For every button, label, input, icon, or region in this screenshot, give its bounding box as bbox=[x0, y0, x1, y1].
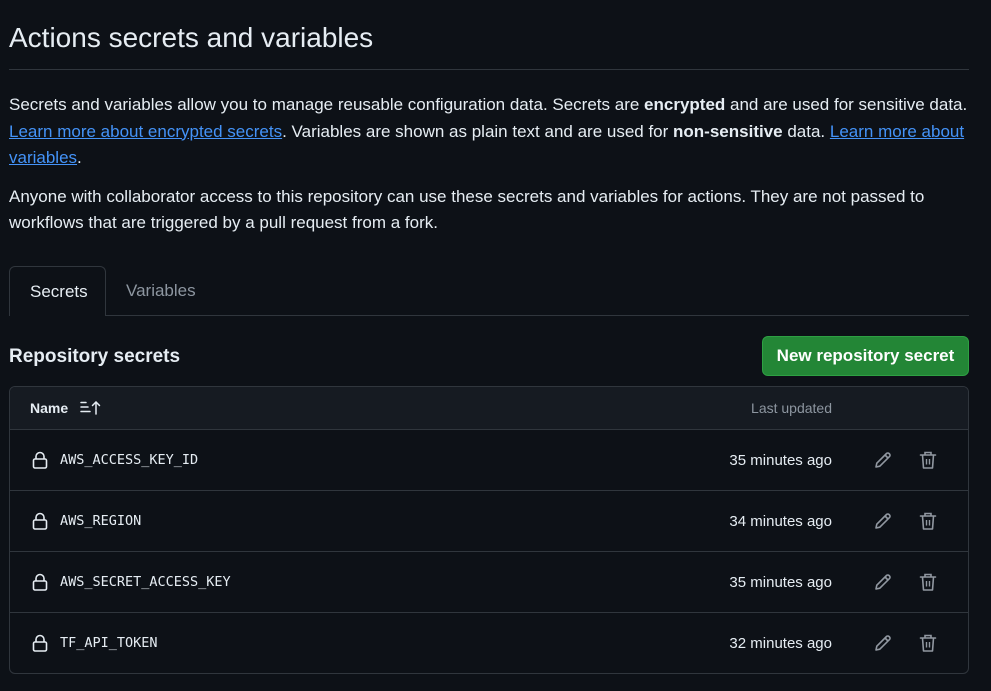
intro-paragraph-1: Secrets and variables allow you to manag… bbox=[9, 92, 969, 172]
page-title: Actions secrets and variables bbox=[9, 0, 969, 70]
column-header-last-updated: Last updated bbox=[751, 400, 832, 416]
pencil-icon[interactable] bbox=[872, 632, 894, 654]
intro-text: Secrets and variables allow you to manag… bbox=[9, 95, 645, 114]
lock-icon bbox=[32, 512, 48, 530]
section-title: Repository secrets bbox=[9, 346, 181, 367]
pencil-icon[interactable] bbox=[872, 571, 894, 593]
lock-icon bbox=[32, 634, 48, 652]
pencil-icon[interactable] bbox=[872, 449, 894, 471]
intro-emphasis-non-sensitive: non-sensitive bbox=[673, 121, 783, 141]
table-row: AWS_SECRET_ACCESS_KEY 35 minutes ago bbox=[10, 552, 968, 613]
intro-text: . Variables are shown as plain text and … bbox=[282, 121, 674, 141]
secret-last-updated: 35 minutes ago bbox=[729, 452, 832, 469]
secret-last-updated: 35 minutes ago bbox=[729, 574, 832, 591]
trash-icon[interactable] bbox=[917, 449, 939, 471]
learn-more-secrets-link[interactable]: Learn more about encrypted secrets bbox=[9, 122, 282, 141]
secret-last-updated: 34 minutes ago bbox=[729, 513, 832, 530]
table-header: Name Last updated bbox=[10, 387, 968, 430]
intro-text: data. bbox=[782, 121, 830, 141]
intro-paragraph-2: Anyone with collaborator access to this … bbox=[9, 186, 925, 233]
table-row: AWS_ACCESS_KEY_ID 35 minutes ago bbox=[10, 430, 968, 491]
tab-variables[interactable]: Variables bbox=[106, 266, 216, 316]
lock-icon bbox=[32, 573, 48, 591]
pencil-icon[interactable] bbox=[872, 510, 894, 532]
trash-icon[interactable] bbox=[917, 571, 939, 593]
secret-name: AWS_REGION bbox=[60, 513, 142, 529]
secret-name: AWS_SECRET_ACCESS_KEY bbox=[60, 574, 231, 590]
trash-icon[interactable] bbox=[917, 632, 939, 654]
intro-text: . bbox=[77, 148, 82, 167]
intro-text: and are used for sensitive data. bbox=[725, 95, 968, 114]
tab-secrets[interactable]: Secrets bbox=[9, 266, 106, 316]
page: Actions secrets and variables Secrets an… bbox=[9, 0, 969, 674]
sort-ascending-icon[interactable] bbox=[80, 400, 102, 416]
column-header-name[interactable]: Name bbox=[30, 387, 68, 430]
secret-name: TF_API_TOKEN bbox=[60, 635, 158, 651]
lock-icon bbox=[32, 451, 48, 469]
secret-name: AWS_ACCESS_KEY_ID bbox=[60, 452, 199, 468]
new-repository-secret-button[interactable]: New repository secret bbox=[762, 336, 969, 376]
table-row: AWS_REGION 34 minutes ago bbox=[10, 491, 968, 552]
secret-last-updated: 32 minutes ago bbox=[729, 635, 832, 652]
intro-emphasis-encrypted: encrypted bbox=[644, 95, 726, 114]
trash-icon[interactable] bbox=[917, 510, 939, 532]
tab-bar: Secrets Variables bbox=[9, 266, 969, 316]
secrets-table: Name Last updated AWS_ACCESS_KEY_ID 35 m… bbox=[9, 386, 969, 674]
table-row: TF_API_TOKEN 32 minutes ago bbox=[10, 613, 968, 673]
